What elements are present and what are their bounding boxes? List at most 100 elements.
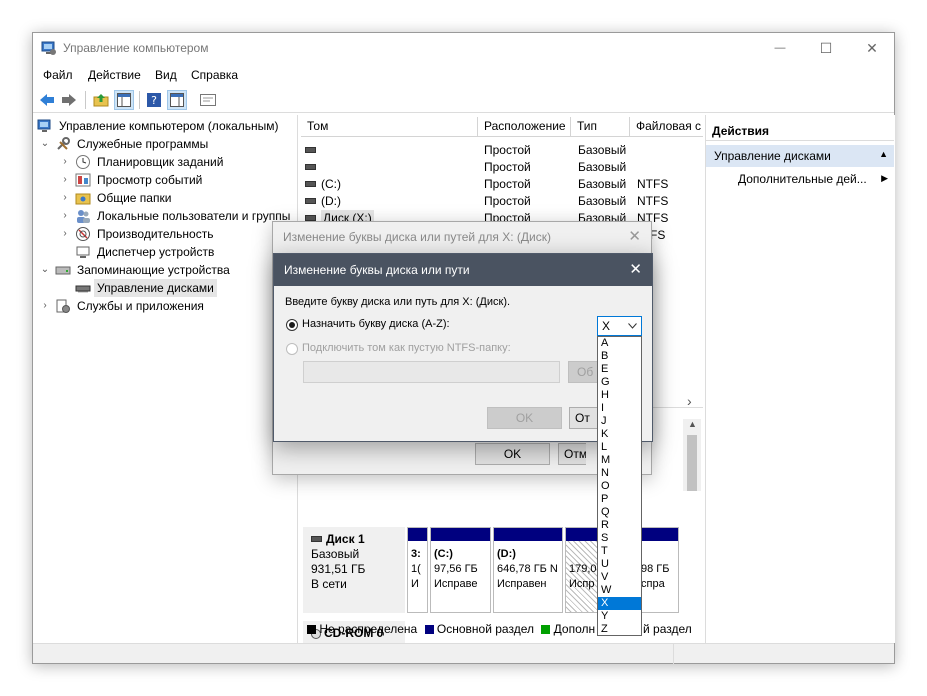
- partition-c[interactable]: (C:) 97,56 ГБ Исправе: [430, 527, 491, 613]
- event-viewer-icon: [75, 173, 91, 187]
- list-item[interactable]: I: [598, 402, 641, 415]
- tree-label: Запоминающие устройства: [77, 263, 230, 277]
- list-item[interactable]: U: [598, 558, 641, 571]
- chevron-right-icon[interactable]: ›: [59, 207, 71, 225]
- submenu-arrow-icon: ▶: [881, 173, 888, 183]
- table-row[interactable]: (C:) Простой Базовый NTFS: [301, 176, 703, 193]
- column-header-filesystem[interactable]: Файловая с: [630, 117, 703, 137]
- scroll-up-arrow[interactable]: ▲: [688, 419, 697, 429]
- dialog-title-bar[interactable]: Изменение буквы диска или пути ✕: [274, 254, 652, 286]
- tree-label: Локальные пользователи и группы: [97, 209, 291, 223]
- list-item[interactable]: L: [598, 441, 641, 454]
- list-item[interactable]: K: [598, 428, 641, 441]
- chevron-right-icon[interactable]: ›: [39, 297, 51, 315]
- list-item[interactable]: O: [598, 480, 641, 493]
- drive-letter-combobox[interactable]: X: [597, 316, 642, 336]
- disk-1-header[interactable]: Диск 1 Базовый 931,51 ГБ В сети: [303, 527, 405, 613]
- back-button[interactable]: [37, 90, 57, 110]
- ok-button[interactable]: OK: [487, 407, 562, 429]
- list-item[interactable]: E: [598, 363, 641, 376]
- clock-icon: [76, 155, 90, 169]
- chevron-down-icon: [628, 323, 637, 329]
- tree-label: Производительность: [97, 227, 214, 241]
- title-bar[interactable]: Управление компьютером — ☐ ✕: [33, 33, 894, 63]
- cancel-button[interactable]: Отм: [558, 443, 586, 465]
- up-folder-button[interactable]: [91, 90, 111, 110]
- menu-view[interactable]: Вид: [155, 68, 177, 82]
- list-item[interactable]: S: [598, 532, 641, 545]
- list-item[interactable]: W: [598, 584, 641, 597]
- mount-folder-radio[interactable]: [286, 343, 298, 355]
- actions-header: Действия: [706, 119, 894, 141]
- help-button[interactable]: ?: [144, 90, 164, 110]
- chevron-right-icon[interactable]: ›: [59, 189, 71, 207]
- list-item[interactable]: M: [598, 454, 641, 467]
- dialog-title: Изменение буквы диска или пути: [284, 263, 470, 277]
- list-item[interactable]: N: [598, 467, 641, 480]
- list-item[interactable]: Y: [598, 610, 641, 623]
- mount-folder-label[interactable]: Подключить том как пустую NTFS-папку:: [302, 342, 511, 354]
- menu-file[interactable]: Файл: [43, 68, 73, 82]
- computer-management-icon: [37, 119, 51, 132]
- minimize-button[interactable]: —: [757, 33, 803, 63]
- dialog-title: Изменение буквы диска или путей для X: (…: [283, 230, 552, 244]
- show-hide-tree-button[interactable]: [114, 90, 134, 110]
- assign-letter-radio[interactable]: [286, 319, 298, 331]
- browse-button[interactable]: Об: [568, 361, 598, 383]
- more-actions-item[interactable]: Дополнительные дей... ▶: [706, 169, 894, 189]
- list-item[interactable]: T: [598, 545, 641, 558]
- tree-label: Службы и приложения: [77, 299, 204, 313]
- folder-path-input[interactable]: [303, 361, 560, 383]
- actions-pane: Действия Управление дисками ▲ Дополнител…: [705, 115, 895, 643]
- menu-help[interactable]: Справка: [191, 68, 238, 82]
- table-row[interactable]: Простой Базовый: [301, 159, 703, 176]
- list-item[interactable]: G: [598, 376, 641, 389]
- properties-icon: [200, 94, 216, 106]
- chevron-right-icon[interactable]: ›: [59, 153, 71, 171]
- chevron-right-icon[interactable]: ›: [59, 225, 71, 243]
- combo-value: X: [602, 319, 611, 333]
- chevron-down-icon[interactable]: ⌄: [39, 261, 51, 279]
- list-item[interactable]: A: [598, 337, 641, 350]
- menu-action[interactable]: Действие: [88, 68, 141, 82]
- partition-recovery[interactable]: 3: 1(И: [407, 527, 428, 613]
- list-item[interactable]: Z: [598, 623, 641, 635]
- assign-letter-label[interactable]: Назначить букву диска (A-Z):: [302, 318, 450, 330]
- list-item[interactable]: Q: [598, 506, 641, 519]
- close-button[interactable]: ✕: [849, 33, 895, 63]
- tree-label: Просмотр событий: [97, 173, 203, 187]
- properties-button[interactable]: [198, 90, 218, 110]
- dialog-prompt: Введите букву диска или путь для X: (Дис…: [285, 296, 511, 308]
- list-item[interactable]: H: [598, 389, 641, 402]
- device-manager-icon: [76, 246, 90, 258]
- svg-text:?: ?: [151, 94, 157, 107]
- folder-up-icon: [93, 94, 109, 107]
- close-icon[interactable]: ✕: [628, 227, 641, 245]
- chevron-down-icon[interactable]: ⌄: [39, 135, 51, 153]
- show-hide-action-pane-button[interactable]: [167, 90, 187, 110]
- chevron-right-icon[interactable]: ›: [59, 171, 71, 189]
- list-item-selected[interactable]: X: [598, 597, 641, 610]
- maximize-button[interactable]: ☐: [803, 33, 849, 63]
- close-icon[interactable]: ✕: [629, 260, 642, 278]
- list-item[interactable]: J: [598, 415, 641, 428]
- list-item[interactable]: R: [598, 519, 641, 532]
- list-item[interactable]: P: [598, 493, 641, 506]
- table-row[interactable]: Простой Базовый: [301, 142, 703, 159]
- table-row[interactable]: (D:) Простой Базовый NTFS: [301, 193, 703, 210]
- list-item[interactable]: B: [598, 350, 641, 363]
- column-header-volume[interactable]: Том: [301, 117, 478, 137]
- partition-d[interactable]: (D:) 646,78 ГБ N Исправен: [493, 527, 563, 613]
- actions-section-disk-management[interactable]: Управление дисками ▲: [706, 145, 894, 167]
- column-header-layout[interactable]: Расположение: [478, 117, 571, 137]
- forward-button[interactable]: [59, 90, 79, 110]
- drive-icon: [305, 176, 320, 193]
- menu-bar: Файл Действие Вид Справка: [33, 64, 894, 86]
- cancel-button[interactable]: От: [569, 407, 598, 429]
- drive-letter-list[interactable]: A B E G H I J K L M N O P Q R S T U V W …: [597, 336, 642, 636]
- partition-last[interactable]: 98 ГБ спра: [637, 527, 679, 613]
- ok-button[interactable]: OK: [475, 443, 550, 465]
- column-header-type[interactable]: Тип: [571, 117, 630, 137]
- list-item[interactable]: V: [598, 571, 641, 584]
- tree-label: Общие папки: [97, 191, 172, 205]
